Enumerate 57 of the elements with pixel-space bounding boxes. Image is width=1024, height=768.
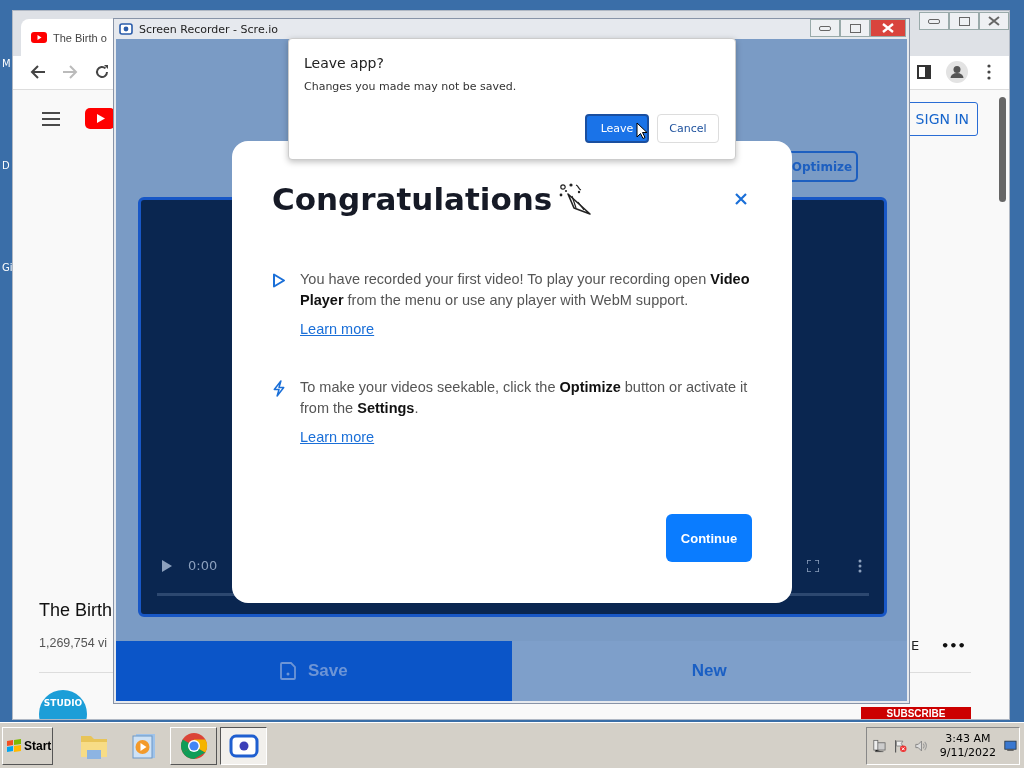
play-logo-icon: [31, 32, 47, 43]
logo-icon: [6, 738, 22, 753]
cancel-button[interactable]: Cancel: [657, 114, 719, 143]
continue-button[interactable]: Continue: [666, 514, 752, 562]
close-icon: [988, 16, 1000, 26]
mouse-cursor-icon: [636, 122, 648, 140]
minimize-button[interactable]: [919, 12, 949, 30]
video-time: 0:00: [188, 558, 218, 573]
reload-icon[interactable]: [94, 64, 110, 80]
play-outline-icon: [272, 272, 286, 289]
profile-icon[interactable]: [946, 61, 968, 83]
browser-icon[interactable]: [170, 726, 217, 765]
play-logo-icon[interactable]: [85, 108, 115, 129]
modal-title: Congratulations: [272, 181, 553, 217]
fullscreen-icon[interactable]: [807, 560, 819, 572]
leave-button[interactable]: Leave: [585, 114, 649, 143]
maximize-button[interactable]: [840, 19, 870, 37]
close-button[interactable]: [870, 19, 906, 37]
video-title: The Birth: [39, 600, 113, 621]
clock-date[interactable]: 9/11/2022: [939, 745, 997, 760]
action-label[interactable]: E: [911, 638, 920, 653]
desktop-icon-label: M: [2, 58, 11, 69]
more-button[interactable]: •••: [941, 638, 966, 653]
record-icon: [119, 23, 133, 35]
channel-avatar[interactable]: STUDIO: [39, 690, 87, 719]
learn-more-link[interactable]: Learn more: [300, 321, 375, 337]
desktop-icon-label: Gi: [2, 262, 13, 273]
minimize-button[interactable]: [810, 19, 840, 37]
info-text: To make your videos seekable, click the Optimize button or activate it from the Settings.: [300, 378, 749, 418]
desktop-icon-label: D: [2, 160, 10, 171]
close-button[interactable]: [979, 12, 1009, 30]
view-count: 1,269,754 vi: [39, 636, 108, 650]
play-icon[interactable]: [162, 560, 172, 572]
close-icon: [882, 23, 894, 33]
scrollbar-thumb[interactable]: [999, 97, 1006, 202]
options-dots-icon[interactable]: [858, 559, 862, 573]
window-title: Screen Recorder - Scre.io: [139, 22, 278, 36]
dialog-title: Leave app?: [304, 55, 385, 71]
save-icon: [279, 662, 296, 680]
subscribe-button[interactable]: SUBSCRIBE: [861, 707, 971, 719]
back-arrow-icon[interactable]: [30, 64, 46, 80]
maximize-button[interactable]: [949, 12, 979, 30]
browser-tab[interactable]: The Birth o: [21, 19, 113, 56]
learn-more-link[interactable]: Learn more: [300, 429, 375, 445]
menu-icon[interactable]: [42, 112, 60, 126]
close-icon[interactable]: [735, 193, 747, 205]
side-panel-icon[interactable]: [917, 65, 931, 79]
party-popper-icon: [558, 182, 593, 216]
flag-error-icon[interactable]: [893, 737, 907, 754]
clock-time[interactable]: 3:43 AM: [945, 731, 991, 746]
dialog-message: Changes you made may not be saved.: [304, 80, 518, 93]
record-icon[interactable]: [220, 726, 267, 765]
lightning-icon: [272, 380, 286, 397]
network-icon[interactable]: [873, 737, 886, 754]
menu-dots-icon[interactable]: [987, 64, 991, 80]
start-button[interactable]: Start: [2, 726, 53, 765]
info-text: You have recorded your first video! To play your recording open Video Player from the menu or use any player with WebM support.: [300, 270, 751, 310]
